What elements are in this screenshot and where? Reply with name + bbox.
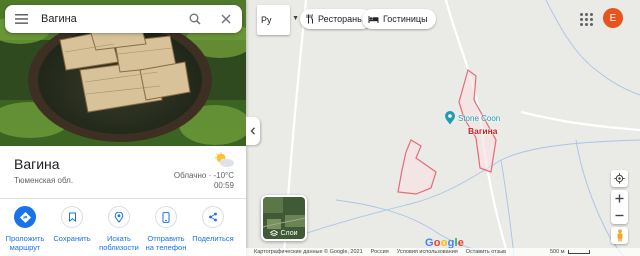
close-icon[interactable] <box>212 5 240 33</box>
street-view-pegman[interactable] <box>611 227 628 244</box>
save-button[interactable]: Сохранить <box>50 206 94 252</box>
place-title: Вагина <box>14 156 60 172</box>
language-label: Ру <box>261 15 272 25</box>
minus-icon <box>615 214 624 217</box>
feedback-link[interactable]: Оставить отзыв <box>466 249 506 255</box>
chevron-left-icon <box>250 127 255 135</box>
pegman-icon <box>617 229 622 242</box>
account-avatar[interactable]: E <box>603 8 623 28</box>
poi-label[interactable]: Stone Coon <box>458 114 500 123</box>
share-icon <box>202 206 224 228</box>
directions-button[interactable]: Проложить маршрут <box>3 206 47 252</box>
cloudy-weather-icon <box>215 152 234 167</box>
zoom-controls <box>611 190 628 224</box>
map-place-label: Вагина <box>468 126 498 136</box>
terms-link[interactable]: Условия использования <box>397 249 458 255</box>
country-link[interactable]: Россия <box>371 249 389 255</box>
directions-label: Проложить маршрут <box>5 234 45 252</box>
restaurants-label: Рестораны <box>318 14 364 24</box>
scale-label: 500 м <box>550 249 565 255</box>
layers-label: Слои <box>280 230 298 237</box>
place-region: Тюменская обл. <box>14 176 74 185</box>
google-apps-icon[interactable] <box>578 11 594 27</box>
hotels-chip[interactable]: Гостиницы <box>362 9 436 29</box>
share-button[interactable]: Поделиться <box>191 206 235 252</box>
action-bar: Проложить маршрут Сохранить Искать побли… <box>0 206 246 252</box>
phone-icon <box>155 206 177 228</box>
share-label: Поделиться <box>192 234 234 243</box>
menu-icon[interactable] <box>5 5 37 33</box>
send-to-phone-label: Отправить на телефон <box>145 234 187 252</box>
plus-icon <box>615 194 624 203</box>
zoom-out-button[interactable] <box>615 207 624 224</box>
restaurant-icon <box>306 14 314 24</box>
map-attribution: Картографические данные © Google, 2021 <box>254 249 363 255</box>
poi-pin-icon[interactable] <box>444 111 456 125</box>
directions-icon <box>14 206 36 228</box>
search-icon[interactable] <box>181 5 209 33</box>
hotel-icon <box>368 15 379 23</box>
weather-condition: Облачно · -10°C <box>173 171 234 180</box>
restaurants-chip[interactable]: Рестораны <box>300 9 372 29</box>
send-to-phone-button[interactable]: Отправить на телефон <box>144 206 188 252</box>
caret-down-icon: ▼ <box>292 15 299 22</box>
language-button[interactable]: Ру ▼ <box>257 5 299 35</box>
scale-bar <box>567 250 590 254</box>
divider <box>0 198 246 199</box>
zoom-in-button[interactable] <box>615 190 624 207</box>
nearby-icon <box>108 206 130 228</box>
search-nearby-button[interactable]: Искать поблизости <box>97 206 141 252</box>
nearby-label: Искать поблизости <box>99 234 139 252</box>
map-scale[interactable]: 500 м <box>550 249 590 255</box>
collapse-panel-button[interactable] <box>246 117 260 145</box>
search-input[interactable] <box>41 13 181 25</box>
layers-icon <box>270 230 279 237</box>
save-label: Сохранить <box>53 234 91 243</box>
crosshair-icon <box>614 173 625 184</box>
bookmark-icon <box>61 206 83 228</box>
place-panel: Вагина Тюменская обл. Облачно · -10°C 00… <box>0 0 246 256</box>
my-location-button[interactable] <box>611 170 628 187</box>
weather-time: 00:59 <box>213 181 234 190</box>
layers-button[interactable]: Слои <box>261 195 307 241</box>
hotels-label: Гостиницы <box>383 14 428 24</box>
layers-label-row: Слои <box>263 230 305 237</box>
search-box[interactable] <box>5 5 242 33</box>
